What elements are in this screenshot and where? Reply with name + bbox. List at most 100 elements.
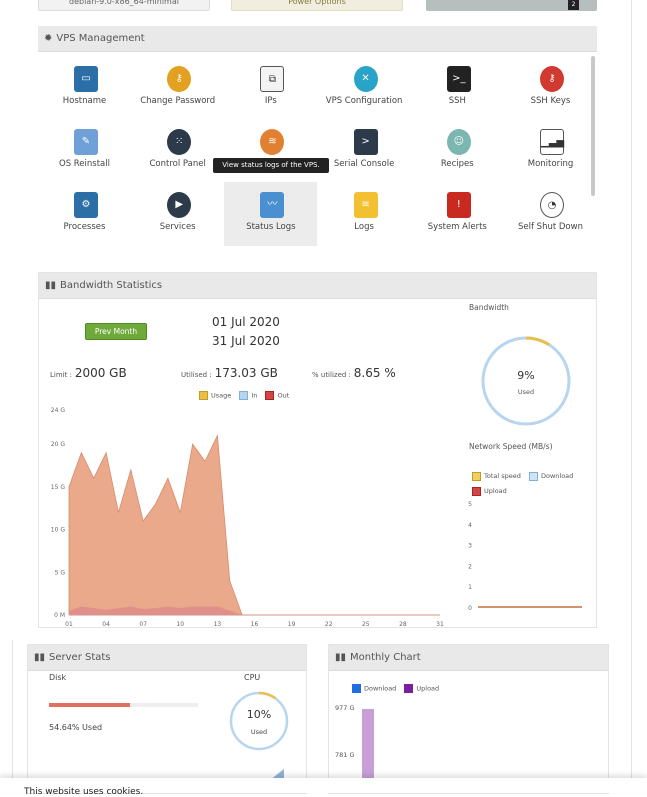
cookie-bar: This website uses cookies. xyxy=(0,778,647,797)
in-area xyxy=(68,434,440,616)
monthly-chart-header: ▮▮ Monthly Chart xyxy=(329,645,608,671)
tile-os-reinstall[interactable]: ✎ OS Reinstall xyxy=(38,119,131,183)
xtick-label: 16 xyxy=(251,621,259,628)
tile-ips[interactable]: ⧉ IPs xyxy=(224,56,317,120)
tile-logs[interactable]: ≡ Logs xyxy=(318,182,411,246)
tile-label: Logs xyxy=(354,222,374,232)
date-from: 01 Jul 2020 xyxy=(212,315,280,329)
prev-month-button[interactable]: Prev Month xyxy=(85,323,147,340)
tile-label: IPs xyxy=(264,96,277,106)
tile-services[interactable]: ▶ Services xyxy=(131,182,224,246)
page-right-border xyxy=(631,0,632,780)
chef-icon: ☺ xyxy=(446,129,471,155)
cpu-gauge xyxy=(229,691,289,751)
tile-monitoring[interactable]: ▁▃▅ Monitoring xyxy=(504,119,597,183)
terminal-icon: >_ xyxy=(446,66,471,92)
tile-label: System Alerts xyxy=(427,222,487,232)
status-logs-icon: 〰 xyxy=(260,192,285,218)
tile-hostname[interactable]: ▭ Hostname xyxy=(38,56,131,120)
out-area xyxy=(69,606,440,615)
limit-value: 2000 GB xyxy=(74,366,127,380)
xtick-label: 25 xyxy=(362,621,370,628)
vps-management-panel: ✹ VPS Management ▭ Hostname ⚷ Change Passwor… xyxy=(38,26,597,246)
disk-used: 54.64% Used xyxy=(49,723,103,732)
tile-change-password[interactable]: ⚷ Change Password xyxy=(131,56,224,120)
tile-label: Control Panel xyxy=(149,159,206,169)
total-speed-swatch xyxy=(472,471,481,481)
monthly-ytick-1: 977 G xyxy=(335,704,355,712)
tile-status-logs[interactable]: 〰 Status Logs xyxy=(224,182,318,246)
xtick-label: 07 xyxy=(139,621,147,628)
tile-vps-configuration[interactable]: ✕ VPS Configuration xyxy=(318,56,411,120)
tile-label: OS Reinstall xyxy=(59,159,110,169)
tile-label: Serial Console xyxy=(333,159,395,169)
bandwidth-title: Bandwidth Statistics xyxy=(60,280,163,291)
net-ytick-label: 1 xyxy=(468,584,472,591)
cookie-text: This website uses cookies. xyxy=(24,787,144,797)
upload-swatch xyxy=(472,486,481,496)
tile-panel-8[interactable]: ≋ xyxy=(224,119,317,183)
tile-recipes[interactable]: ☺ Recipes xyxy=(411,119,504,183)
utilised-stat: Utilised : 173.03 GB xyxy=(181,366,278,380)
control-panel-icon: ⁙ xyxy=(167,129,192,155)
legend-out: Out xyxy=(277,391,290,400)
legend-monthly-download: Download xyxy=(364,684,397,693)
monthly-bar xyxy=(362,709,374,789)
cpu-value: 10% xyxy=(246,708,272,721)
tooltip: View status logs of the VPS. xyxy=(213,158,329,173)
net-ytick-label: 5 xyxy=(468,501,472,508)
services-icon: ▶ xyxy=(167,192,192,218)
utilised-value: 173.03 GB xyxy=(214,366,278,380)
tile-ssh[interactable]: >_ SSH xyxy=(411,56,504,120)
xtick-label: 04 xyxy=(102,621,110,628)
net-ytick-label: 4 xyxy=(468,522,472,529)
xtick-label: 19 xyxy=(288,621,296,628)
processes-icon: ⚙ xyxy=(74,192,98,218)
tile-system-alerts[interactable]: ! System Alerts xyxy=(411,182,504,246)
key-icon: ⚷ xyxy=(167,66,192,92)
legend-total-speed: Total speed xyxy=(484,472,521,480)
os-template-button[interactable]: debian-9.0-x86_64-minimal xyxy=(38,0,210,11)
ytick-label: 0 M xyxy=(54,612,65,619)
tile-serial-console[interactable]: > Serial Console xyxy=(318,119,411,183)
bandwidth-gauge-value: 9% xyxy=(517,369,535,382)
bandwidth-header: ▮▮ Bandwidth Statistics xyxy=(39,273,596,299)
percent-label: % utilized : xyxy=(312,371,351,379)
monitoring-icon: ▁▃▅ xyxy=(540,129,564,155)
xtick-label: 10 xyxy=(176,621,184,628)
ssh-key-icon: ⚷ xyxy=(540,66,564,92)
net-ytick-label: 3 xyxy=(468,543,472,550)
rainbow-icon: ≋ xyxy=(260,129,285,155)
gauge-track xyxy=(229,691,289,751)
tile-label: SSH xyxy=(448,96,466,106)
legend-upload: Upload xyxy=(484,487,507,495)
tile-ssh-keys[interactable]: ⚷ SSH Keys xyxy=(504,56,597,120)
tile-label: Change Password xyxy=(140,96,216,106)
console-icon: > xyxy=(353,129,378,155)
disk-bar xyxy=(49,703,198,707)
tile-self-shut-down[interactable]: ◔ Self Shut Down xyxy=(504,182,597,246)
monthly-download-swatch xyxy=(352,684,361,693)
power-options-button[interactable]: Power Options xyxy=(231,0,403,11)
server-stats-title: Server Stats xyxy=(49,652,111,663)
bar-chart-icon: ▮▮ xyxy=(45,280,57,291)
ytick-label: 15 G xyxy=(51,484,66,491)
tile-control-panel[interactable]: ⁙ Control Panel xyxy=(131,119,224,183)
tile-processes[interactable]: ⚙ Processes xyxy=(38,182,131,246)
tile-label: Monitoring xyxy=(527,159,574,169)
wrench-icon: ✕ xyxy=(353,66,378,92)
utilised-label: Utilised : xyxy=(181,371,212,379)
monthly-ytick-2: 781 G xyxy=(335,751,355,759)
notification-badge[interactable]: 2 xyxy=(568,0,579,10)
bar-chart-icon: ▮▮ xyxy=(335,652,347,663)
bandwidth-side-title: Bandwidth xyxy=(469,303,509,312)
tile-label: Services xyxy=(159,222,196,232)
tile-label: Status Logs xyxy=(246,222,296,232)
monthly-legend: Download Upload xyxy=(352,684,439,693)
xtick-label: 31 xyxy=(436,621,444,628)
cpu-used: Used xyxy=(250,728,268,736)
disk-label: Disk xyxy=(49,673,67,682)
vps-management-header: ✹ VPS Management xyxy=(38,26,597,52)
reinstall-icon: ✎ xyxy=(74,129,98,155)
timer-icon: ◔ xyxy=(540,192,564,218)
